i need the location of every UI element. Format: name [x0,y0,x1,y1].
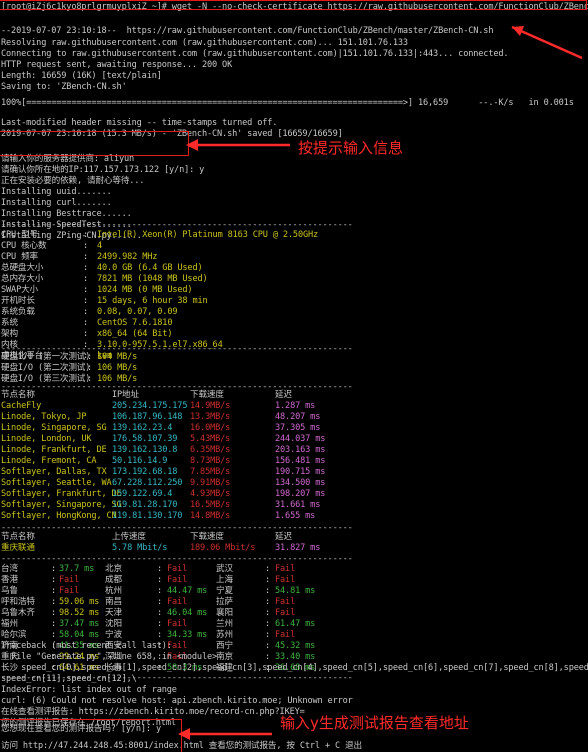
command-prompt-line: [root@iZj6c1kyo8prlgrmuyplxiZ ~]# wget -… [1,2,588,12]
speed-latency: 1.655 ms [275,511,316,521]
speed-node: Softlayer, HongKong, CN [1,511,117,521]
sysinfo-value: Intel(R) Xeon(R) Platinum 8163 CPU @ 2.5… [97,230,319,240]
wget-output-line: --2019-07-07 23:10:18-- https://raw.gith… [1,26,494,36]
wget-output-line: Saving to: 'ZBench-CN.sh' [1,82,127,92]
download-progress-bar: 100%[===================================… [1,98,574,108]
terminal-window[interactable]: [root@iZj6c1kyo8prlgrmuyplxiZ ~]# wget -… [0,0,588,751]
provider-annotation: 按提示输入信息 [298,139,404,157]
report-url-line[interactable]: 访问 http://47.244.248.45:8001/index.html … [1,740,362,751]
separator-line: ----------------------------------------… [1,523,353,533]
speed-ip: 119.81.130.170 [112,511,183,521]
speed-download: 14.8MB/s [190,511,231,521]
report-annotation: 输入y生成测试报告查看地址 [280,714,469,732]
separator-line: ----------------------------------------… [1,382,353,392]
view-report-prompt[interactable]: 您想现在查看您的测评报告吗? [y/n]: y [1,723,161,735]
wget-output-line: 2019-07-07 23:10:18 (15.3 MB/s) - 'ZBenc… [1,129,343,139]
